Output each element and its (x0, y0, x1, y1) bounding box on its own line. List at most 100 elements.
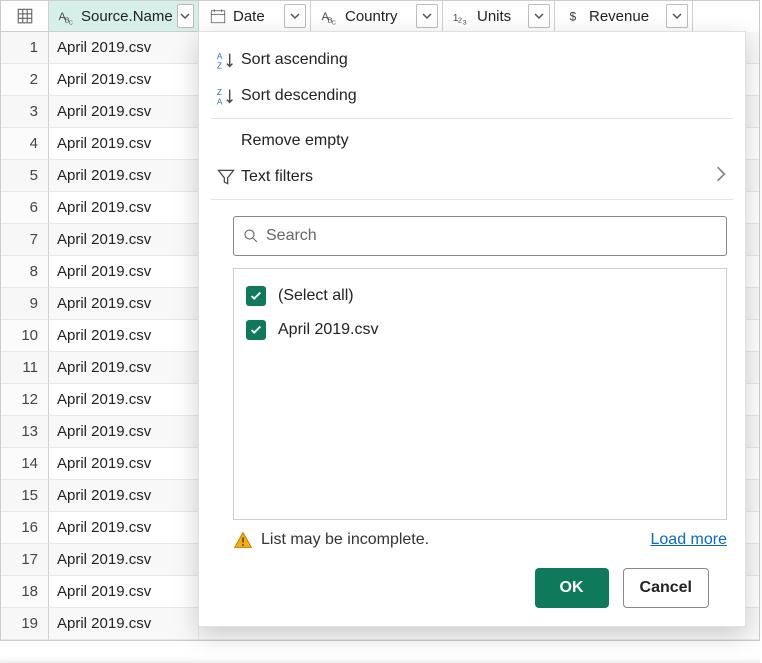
filter-dropdown-button[interactable] (666, 4, 688, 28)
cell-source-name[interactable]: April 2019.csv (49, 160, 199, 192)
colhead-source-name[interactable]: ABC Source.Name (49, 1, 199, 32)
cell-source-name[interactable]: April 2019.csv (49, 544, 199, 576)
svg-text:2: 2 (458, 16, 462, 25)
filter-dropdown-button[interactable] (177, 4, 194, 28)
cell-source-name[interactable]: April 2019.csv (49, 32, 199, 64)
cell-source-name[interactable]: April 2019.csv (49, 384, 199, 416)
separator (211, 199, 733, 200)
colhead-label: Units (477, 8, 524, 25)
row-number[interactable]: 19 (1, 608, 49, 640)
filter-dropdown-button[interactable] (528, 4, 550, 28)
menu-item-label: Sort ascending (241, 51, 727, 69)
row-number[interactable]: 1 (1, 32, 49, 64)
colhead-units[interactable]: 123 Units (443, 1, 555, 32)
text-type-icon: ABC (319, 5, 341, 27)
warning-icon (233, 530, 253, 550)
filter-value-row[interactable]: April 2019.csv (242, 313, 718, 347)
search-icon (242, 227, 260, 245)
number-type-icon: 123 (451, 5, 473, 27)
menu-item-label: Text filters (241, 168, 715, 186)
row-number[interactable]: 17 (1, 544, 49, 576)
row-number[interactable]: 18 (1, 576, 49, 608)
row-number[interactable]: 13 (1, 416, 49, 448)
cell-source-name[interactable]: April 2019.csv (49, 128, 199, 160)
bottom-shadow (0, 645, 760, 663)
table-icon (16, 7, 34, 25)
chevron-down-icon (290, 11, 300, 21)
cell-source-name[interactable]: April 2019.csv (49, 480, 199, 512)
svg-text:Z: Z (217, 61, 222, 70)
row-number[interactable]: 11 (1, 352, 49, 384)
cell-source-name[interactable]: April 2019.csv (49, 608, 199, 640)
svg-text:3: 3 (463, 19, 467, 26)
checkbox-checked-icon[interactable] (246, 286, 266, 306)
filter-icon (211, 167, 241, 187)
colhead-date[interactable]: Date (199, 1, 311, 32)
row-number[interactable]: 2 (1, 64, 49, 96)
sort-ascending-item[interactable]: AZ Sort ascending (199, 42, 745, 78)
menu-item-label: Remove empty (241, 132, 727, 150)
date-type-icon (207, 5, 229, 27)
cell-source-name[interactable]: April 2019.csv (49, 288, 199, 320)
cell-source-name[interactable]: April 2019.csv (49, 96, 199, 128)
select-all-corner[interactable] (1, 1, 49, 32)
chevron-down-icon (672, 11, 682, 21)
sort-descending-icon: ZA (211, 85, 241, 107)
row-number[interactable]: 16 (1, 512, 49, 544)
colhead-revenue[interactable]: $ Revenue (555, 1, 693, 32)
load-more-link[interactable]: Load more (651, 531, 728, 549)
row-number[interactable]: 5 (1, 160, 49, 192)
row-number[interactable]: 3 (1, 96, 49, 128)
row-number[interactable]: 15 (1, 480, 49, 512)
colhead-label: Date (233, 8, 280, 25)
cell-source-name[interactable]: April 2019.csv (49, 352, 199, 384)
search-box[interactable] (233, 216, 727, 256)
row-number[interactable]: 10 (1, 320, 49, 352)
svg-text:$: $ (570, 10, 577, 24)
cell-source-name[interactable]: April 2019.csv (49, 416, 199, 448)
filter-dropdown-button[interactable] (416, 4, 438, 28)
chevron-down-icon (534, 11, 544, 21)
cell-source-name[interactable]: April 2019.csv (49, 576, 199, 608)
row-number[interactable]: 12 (1, 384, 49, 416)
svg-text:C: C (69, 20, 73, 26)
filter-dropdown-button[interactable] (284, 4, 306, 28)
row-number[interactable]: 6 (1, 192, 49, 224)
sort-descending-item[interactable]: ZA Sort descending (199, 78, 745, 114)
cell-source-name[interactable]: April 2019.csv (49, 512, 199, 544)
row-number[interactable]: 14 (1, 448, 49, 480)
column-filter-dropdown: AZ Sort ascending ZA Sort descending Rem… (198, 31, 746, 627)
ok-button[interactable]: OK (535, 568, 609, 608)
colhead-label: Country (345, 8, 412, 25)
incomplete-warning-row: List may be incomplete. Load more (233, 530, 727, 550)
cell-source-name[interactable]: April 2019.csv (49, 320, 199, 352)
currency-type-icon: $ (563, 5, 585, 27)
warning-text: List may be incomplete. (261, 531, 651, 549)
checkbox-checked-icon[interactable] (246, 320, 266, 340)
cell-source-name[interactable]: April 2019.csv (49, 224, 199, 256)
cell-source-name[interactable]: April 2019.csv (49, 192, 199, 224)
sort-ascending-icon: AZ (211, 49, 241, 71)
svg-text:C: C (332, 20, 336, 26)
cell-source-name[interactable]: April 2019.csv (49, 448, 199, 480)
chevron-down-icon (422, 11, 432, 21)
menu-item-label: Sort descending (241, 87, 727, 105)
select-all-label: (Select all) (278, 287, 354, 305)
text-filters-item[interactable]: Text filters (199, 159, 745, 195)
select-all-row[interactable]: (Select all) (242, 279, 718, 313)
cell-source-name[interactable]: April 2019.csv (49, 256, 199, 288)
filter-values-list: (Select all) April 2019.csv (233, 268, 727, 520)
remove-empty-item[interactable]: Remove empty (199, 123, 745, 159)
search-input[interactable] (266, 227, 718, 245)
row-number[interactable]: 4 (1, 128, 49, 160)
colhead-label: Revenue (589, 8, 662, 25)
grid-header-row: ABC Source.Name Date ABC Country (1, 1, 759, 32)
row-number[interactable]: 8 (1, 256, 49, 288)
cell-source-name[interactable]: April 2019.csv (49, 64, 199, 96)
text-type-icon: ABC (57, 5, 77, 27)
chevron-down-icon (180, 11, 190, 21)
row-number[interactable]: 9 (1, 288, 49, 320)
row-number[interactable]: 7 (1, 224, 49, 256)
colhead-country[interactable]: ABC Country (311, 1, 443, 32)
cancel-button[interactable]: Cancel (623, 568, 709, 608)
